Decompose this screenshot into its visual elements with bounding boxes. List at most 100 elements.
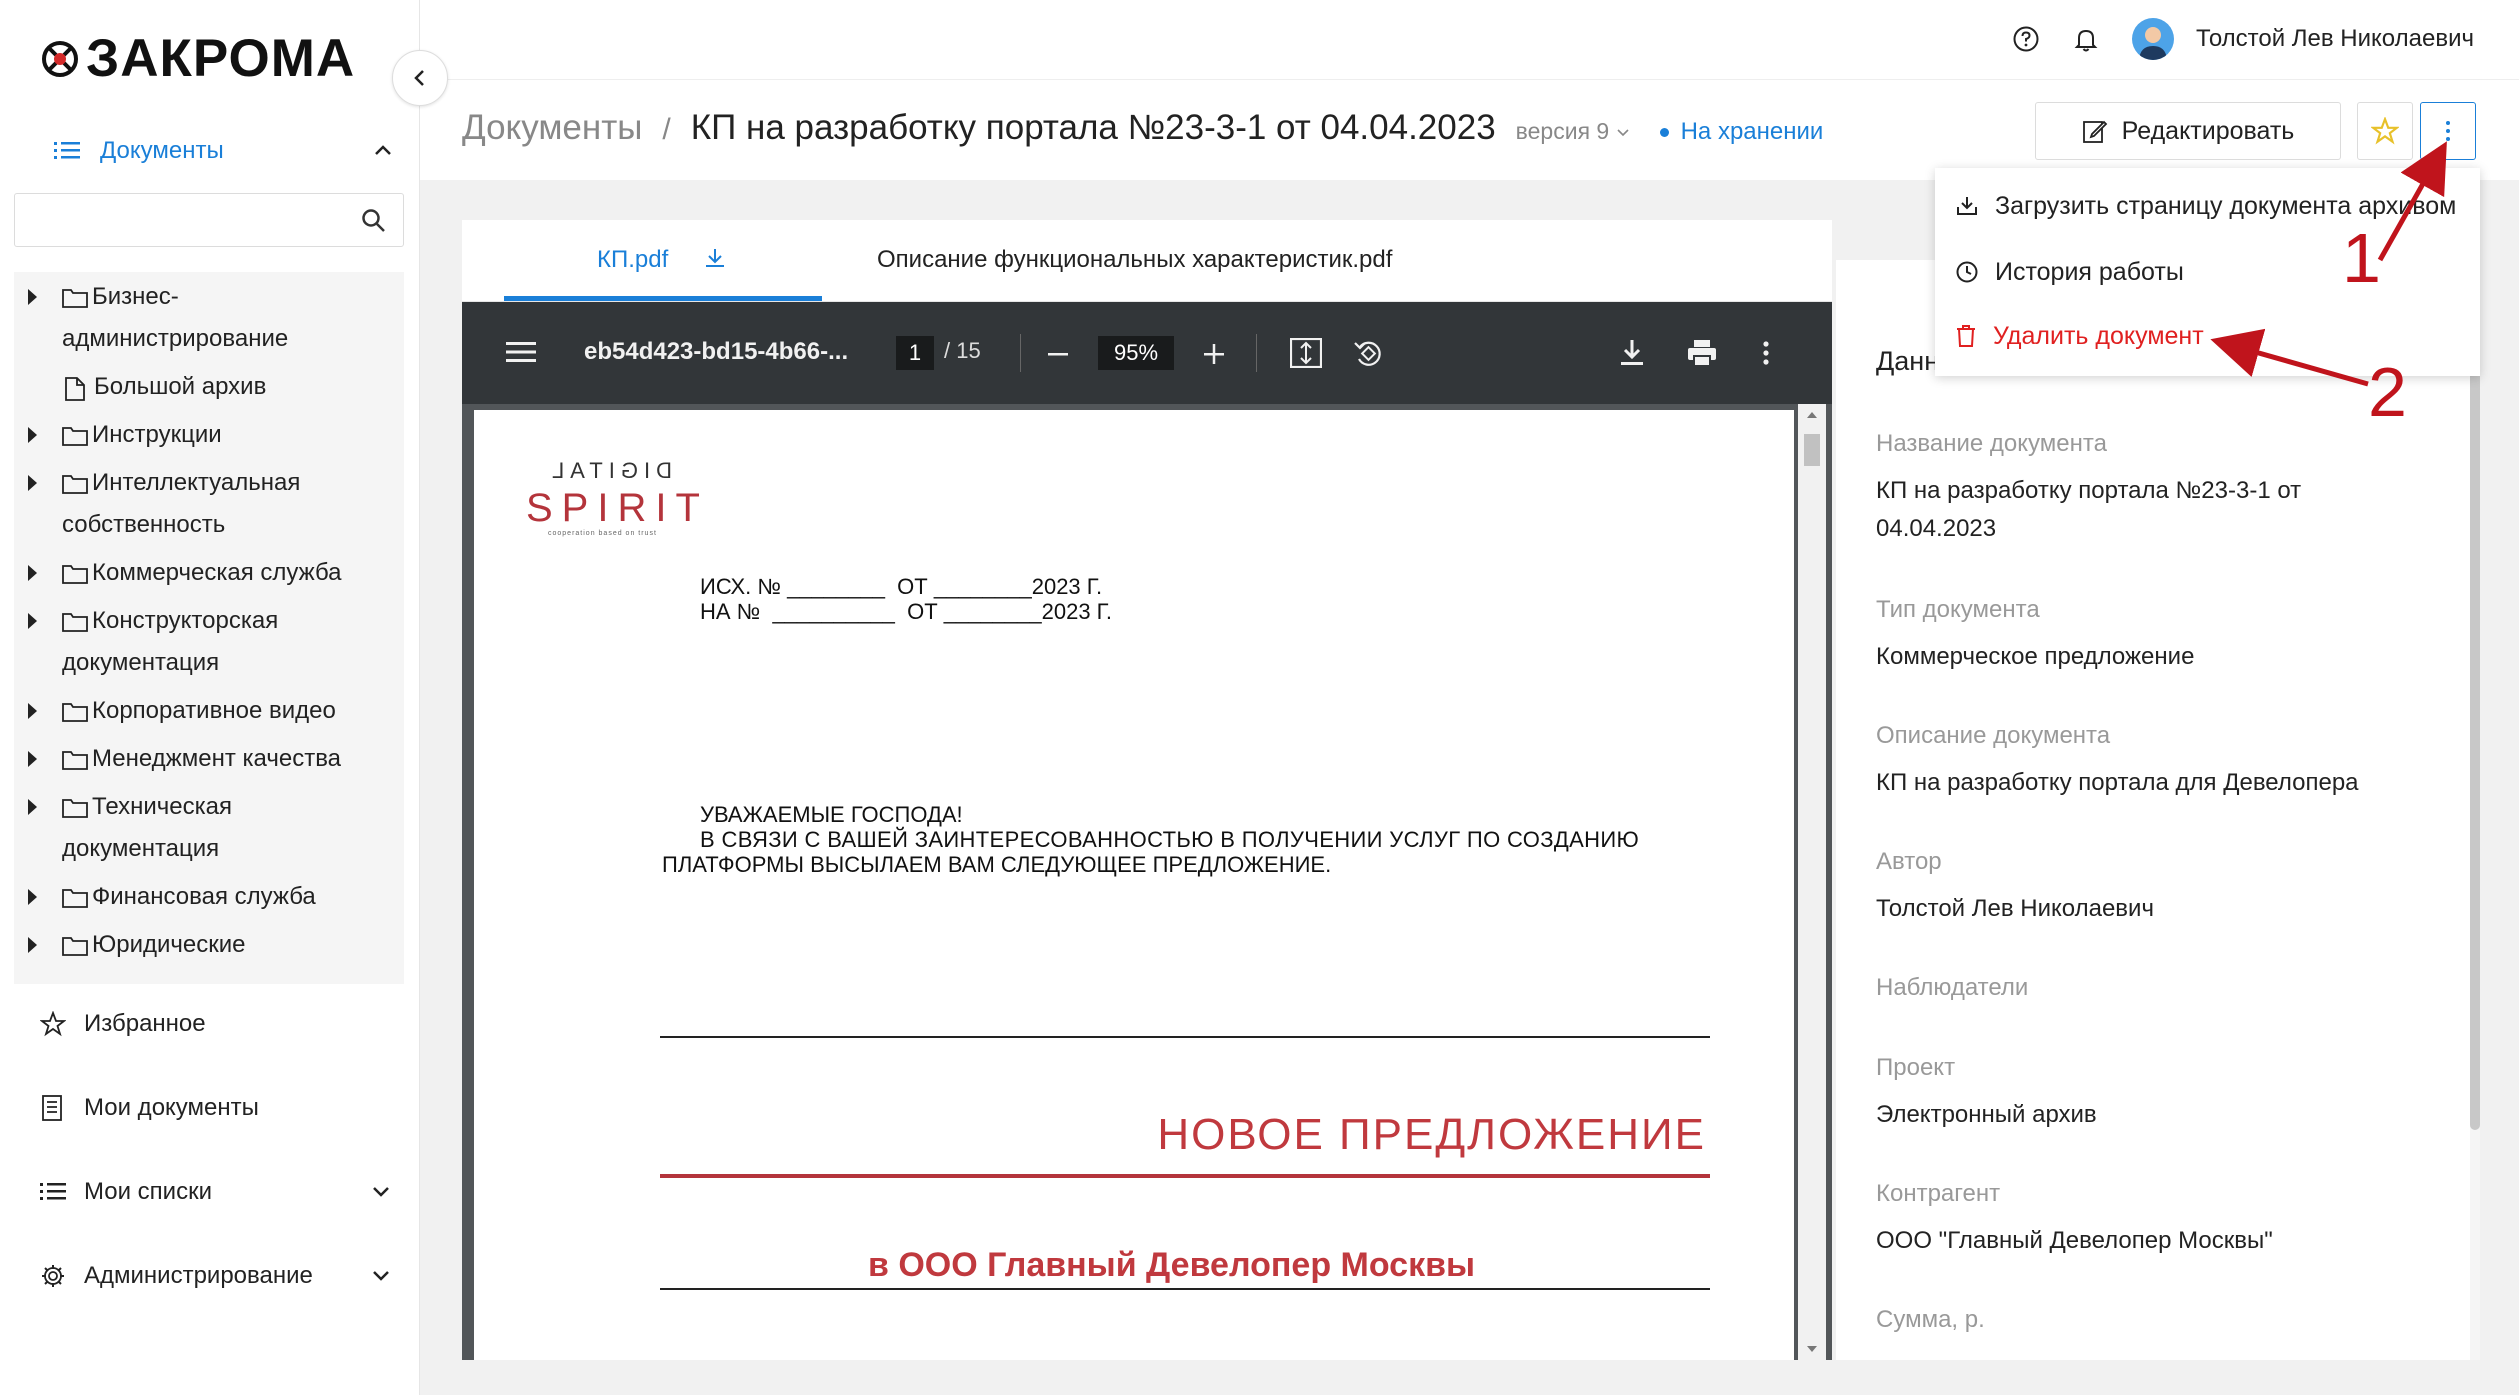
sidebar: ЗАКРОМА Документы Бизнес- администрирова… [0,0,420,1395]
menu-my-lists[interactable]: Мои списки [40,1172,400,1212]
field-label: Сумма, р. [1876,1306,1985,1333]
tab-description-pdf[interactable]: Описание функциональных характеристик.pd… [877,246,1392,274]
status-badge: На хранении [1659,118,1823,146]
expand-arrow-icon[interactable] [28,613,37,629]
user-area: Толстой Лев Николаевич [2012,18,2474,60]
history-icon [1956,261,1978,283]
search-field[interactable] [25,194,355,244]
tree-item-label: Большой архив [94,373,267,400]
tree-item-label: Корпоративное видео [92,697,336,724]
field-document-type: Тип документа Коммерческое предложение [1876,596,2436,676]
menu-item-history[interactable]: История работы [1955,250,2184,294]
tree-item-label: Коммерческая служба [92,559,342,586]
menu-label: Мои списки [84,1178,212,1205]
expand-arrow-icon[interactable] [28,751,37,767]
scroll-down-icon[interactable] [1798,1340,1826,1360]
tree-search-input[interactable] [14,193,404,247]
toolbar-divider [1020,334,1021,372]
tab-kp-pdf[interactable]: КП.pdf [597,246,727,274]
file-tabs: КП.pdf Описание функциональных характери… [462,220,1832,302]
menu-item-delete-document[interactable]: Удалить документ [1955,314,2204,358]
breadcrumb: Документы / КП на разработку портала №23… [462,108,1823,148]
pdf-toolbar: eb54d423-bd15-4b66-... 1 / 15 95% [462,302,1832,404]
document-viewer: КП.pdf Описание функциональных характери… [462,220,1832,1360]
menu-my-documents[interactable]: Мои документы [40,1088,400,1128]
chevron-up-icon[interactable] [372,140,394,162]
print-icon[interactable] [1686,338,1718,368]
tree-item-corporate-video[interactable]: Корпоративное видео [14,690,404,732]
field-label: Контрагент [1876,1180,2001,1207]
tree-item-big-archive[interactable]: Большой архив [14,366,404,408]
expand-arrow-icon[interactable] [28,889,37,905]
menu-favorites[interactable]: Избранное [40,1004,400,1044]
edit-button[interactable]: Редактировать [2035,102,2341,160]
breadcrumb-separator: / [662,113,671,146]
tree-item-business[interactable]: Бизнес- администрирование [14,276,404,360]
help-icon[interactable] [2012,25,2040,53]
tree-item-legal[interactable]: Юридические [14,924,404,966]
pdf-scrollbar[interactable] [1798,404,1826,1360]
scroll-thumb[interactable] [2470,280,2480,1130]
rotate-icon[interactable] [1352,337,1384,369]
expand-arrow-icon[interactable] [28,937,37,953]
fit-page-icon[interactable] [1290,338,1322,368]
download-icon[interactable] [1618,338,1646,368]
star-icon [40,1011,66,1037]
menu-label: Избранное [84,1010,206,1037]
menu-admin[interactable]: Администрирование [40,1256,400,1296]
logo-icon [42,40,78,77]
expand-arrow-icon[interactable] [28,703,37,719]
zoom-out-icon[interactable] [1046,342,1070,366]
more-actions-button[interactable] [2420,102,2476,160]
collapse-sidebar-button[interactable] [392,50,448,106]
tree-item-design-docs[interactable]: Конструкторская документация [14,600,404,684]
expand-arrow-icon[interactable] [28,475,37,491]
doc-greeting: УВАЖАЕМЫЕ ГОСПОДА! [700,802,963,827]
field-amount: Сумма, р. [1876,1306,2436,1334]
tree-item-finance[interactable]: Финансовая служба [14,876,404,918]
brand-name: ЗАКРОМА [86,29,356,88]
field-value: Коммерческое предложение [1876,643,2195,670]
doc-body-line1: В СВЯЗИ С ВАШЕЙ ЗАИНТЕРЕСОВАННОСТЬЮ В ПО… [700,827,1640,852]
nav-documents[interactable]: Документы [54,132,394,170]
list-icon [40,1183,66,1200]
expand-arrow-icon[interactable] [28,427,37,443]
chevron-down-icon[interactable] [370,1180,392,1202]
breadcrumb-root[interactable]: Документы [462,108,642,148]
expand-arrow-icon[interactable] [28,799,37,815]
brand-logo[interactable]: ЗАКРОМА [40,28,355,89]
tree-item-label: Техническая [92,793,233,820]
hamburger-icon[interactable] [506,340,536,364]
tree-item-label: документация [62,649,220,676]
doc-logo-top: DIGITAL [546,458,672,483]
expand-arrow-icon[interactable] [28,565,37,581]
version-selector[interactable]: версия 9 [1516,118,1630,145]
scroll-up-icon[interactable] [1798,404,1826,424]
avatar[interactable] [2132,18,2175,60]
bell-icon[interactable] [2072,25,2100,53]
more-options-icon[interactable] [1762,340,1770,366]
doc-heading: НОВОЕ ПРЕДЛОЖЕНИЕ [1157,1110,1706,1159]
zoom-in-icon[interactable] [1202,342,1226,366]
tree-item-tech-docs[interactable]: Техническая документация [14,786,404,870]
tree-item-quality[interactable]: Менеджмент качества [14,738,404,780]
scroll-thumb[interactable] [1804,434,1820,466]
expand-arrow-icon[interactable] [28,289,37,305]
doc-logo-sub: cooperation based on trust [548,530,657,537]
chevron-down-icon[interactable] [370,1264,392,1286]
details-scrollbar[interactable] [2470,280,2480,1370]
search-icon[interactable] [361,208,387,234]
download-icon[interactable] [703,246,727,270]
favorite-button[interactable] [2357,102,2413,160]
user-name[interactable]: Толстой Лев Николаевич [2196,25,2474,53]
page-number-input[interactable]: 1 [896,336,934,370]
tree-item-instructions[interactable]: Инструкции [14,414,404,456]
gear-icon [42,1265,64,1287]
menu-item-label: Удалить документ [1993,321,2204,350]
zoom-level[interactable]: 95% [1098,336,1174,370]
tree-item-ip[interactable]: Интеллектуальная собственность [14,462,404,546]
tree-item-commercial[interactable]: Коммерческая служба [14,552,404,594]
menu-item-label: Загрузить страницу документа архивом [1995,191,2457,220]
field-label: Проект [1876,1054,1956,1081]
menu-item-download-archive[interactable]: Загрузить страницу документа архивом [1955,184,2456,228]
